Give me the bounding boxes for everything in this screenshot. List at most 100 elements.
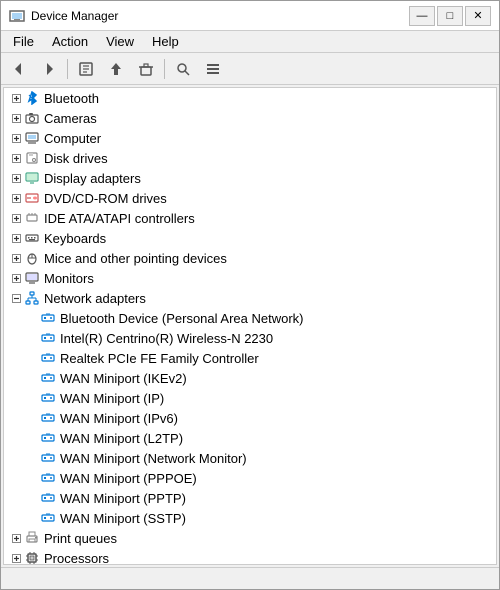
expander-display-adapters[interactable] bbox=[8, 170, 24, 186]
window-icon bbox=[9, 8, 25, 24]
tree-item-wan-pppoe[interactable]: WAN Miniport (PPPOE) bbox=[4, 468, 496, 488]
expander-wan-ipv6[interactable] bbox=[24, 410, 40, 426]
expander-mice[interactable] bbox=[8, 250, 24, 266]
status-bar bbox=[1, 567, 499, 589]
toolbar-separator-2 bbox=[164, 59, 165, 79]
expander-print-queues[interactable] bbox=[8, 530, 24, 546]
icon-print-queues bbox=[24, 530, 40, 546]
label-wan-pptp: WAN Miniport (PPTP) bbox=[60, 491, 186, 506]
tree-item-bluetooth[interactable]: Bluetooth bbox=[4, 88, 496, 108]
label-wan-ipv6: WAN Miniport (IPv6) bbox=[60, 411, 178, 426]
tree-item-display-adapters[interactable]: Display adapters bbox=[4, 168, 496, 188]
label-keyboards: Keyboards bbox=[44, 231, 106, 246]
device-manager-window: Device Manager — □ ✕ File Action View He… bbox=[0, 0, 500, 590]
icon-wan-ikev2 bbox=[40, 370, 56, 386]
label-cameras: Cameras bbox=[44, 111, 97, 126]
label-bt-pan: Bluetooth Device (Personal Area Network) bbox=[60, 311, 304, 326]
scan-button[interactable] bbox=[169, 56, 197, 82]
maximize-button[interactable]: □ bbox=[437, 6, 463, 26]
tree-item-wan-pptp[interactable]: WAN Miniport (PPTP) bbox=[4, 488, 496, 508]
label-wan-pppoe: WAN Miniport (PPPOE) bbox=[60, 471, 197, 486]
minimize-button[interactable]: — bbox=[409, 6, 435, 26]
expander-processors[interactable] bbox=[8, 550, 24, 565]
label-bluetooth: Bluetooth bbox=[44, 91, 99, 106]
icon-bt-pan bbox=[40, 310, 56, 326]
expander-wan-netmon[interactable] bbox=[24, 450, 40, 466]
icon-intel-centrino bbox=[40, 330, 56, 346]
update-driver-button[interactable] bbox=[102, 56, 130, 82]
expander-computer[interactable] bbox=[8, 130, 24, 146]
icon-processors bbox=[24, 550, 40, 565]
label-wan-l2tp: WAN Miniport (L2TP) bbox=[60, 431, 183, 446]
close-button[interactable]: ✕ bbox=[465, 6, 491, 26]
icon-display-adapters bbox=[24, 170, 40, 186]
display-by-type-button[interactable] bbox=[199, 56, 227, 82]
tree-item-bt-pan[interactable]: Bluetooth Device (Personal Area Network) bbox=[4, 308, 496, 328]
expander-wan-sstp[interactable] bbox=[24, 510, 40, 526]
expander-ide[interactable] bbox=[8, 210, 24, 226]
expander-wan-pptp[interactable] bbox=[24, 490, 40, 506]
menu-file[interactable]: File bbox=[5, 32, 42, 51]
tree-item-realtek[interactable]: Realtek PCIe FE Family Controller bbox=[4, 348, 496, 368]
label-wan-ikev2: WAN Miniport (IKEv2) bbox=[60, 371, 187, 386]
expander-monitors[interactable] bbox=[8, 270, 24, 286]
forward-button[interactable] bbox=[35, 56, 63, 82]
uninstall-button[interactable] bbox=[132, 56, 160, 82]
tree-item-dvd-cdrom[interactable]: DVD/CD-ROM drives bbox=[4, 188, 496, 208]
expander-cameras[interactable] bbox=[8, 110, 24, 126]
expander-keyboards[interactable] bbox=[8, 230, 24, 246]
label-computer: Computer bbox=[44, 131, 101, 146]
label-display-adapters: Display adapters bbox=[44, 171, 141, 186]
expander-network-adapters[interactable] bbox=[8, 290, 24, 306]
back-button[interactable] bbox=[5, 56, 33, 82]
tree-item-cameras[interactable]: Cameras bbox=[4, 108, 496, 128]
menu-action[interactable]: Action bbox=[44, 32, 96, 51]
menu-view[interactable]: View bbox=[98, 32, 142, 51]
menu-bar: File Action View Help bbox=[1, 31, 499, 53]
tree-item-disk-drives[interactable]: Disk drives bbox=[4, 148, 496, 168]
icon-mice bbox=[24, 250, 40, 266]
expander-bluetooth[interactable] bbox=[8, 90, 24, 106]
tree-item-keyboards[interactable]: Keyboards bbox=[4, 228, 496, 248]
expander-intel-centrino[interactable] bbox=[24, 330, 40, 346]
tree-item-monitors[interactable]: Monitors bbox=[4, 268, 496, 288]
tree-item-computer[interactable]: Computer bbox=[4, 128, 496, 148]
properties-button[interactable] bbox=[72, 56, 100, 82]
expander-bt-pan[interactable] bbox=[24, 310, 40, 326]
expander-wan-ikev2[interactable] bbox=[24, 370, 40, 386]
icon-wan-ipv6 bbox=[40, 410, 56, 426]
tree-item-processors[interactable]: Processors bbox=[4, 548, 496, 565]
tree-item-ide[interactable]: IDE ATA/ATAPI controllers bbox=[4, 208, 496, 228]
label-monitors: Monitors bbox=[44, 271, 94, 286]
menu-help[interactable]: Help bbox=[144, 32, 187, 51]
tree-item-print-queues[interactable]: Print queues bbox=[4, 528, 496, 548]
tree-item-wan-sstp[interactable]: WAN Miniport (SSTP) bbox=[4, 508, 496, 528]
tree-item-mice[interactable]: Mice and other pointing devices bbox=[4, 248, 496, 268]
tree-item-wan-ipv6[interactable]: WAN Miniport (IPv6) bbox=[4, 408, 496, 428]
tree-item-wan-ikev2[interactable]: WAN Miniport (IKEv2) bbox=[4, 368, 496, 388]
expander-realtek[interactable] bbox=[24, 350, 40, 366]
icon-wan-sstp bbox=[40, 510, 56, 526]
tree-item-network-adapters[interactable]: Network adapters bbox=[4, 288, 496, 308]
expander-disk-drives[interactable] bbox=[8, 150, 24, 166]
tree-item-wan-l2tp[interactable]: WAN Miniport (L2TP) bbox=[4, 428, 496, 448]
title-bar: Device Manager — □ ✕ bbox=[1, 1, 499, 31]
icon-network-adapters bbox=[24, 290, 40, 306]
icon-bluetooth bbox=[24, 90, 40, 106]
icon-wan-ip bbox=[40, 390, 56, 406]
expander-wan-l2tp[interactable] bbox=[24, 430, 40, 446]
expander-wan-pppoe[interactable] bbox=[24, 470, 40, 486]
device-tree[interactable]: Bluetooth Cameras Computer Disk drives Displ… bbox=[3, 87, 497, 565]
expander-wan-ip[interactable] bbox=[24, 390, 40, 406]
tree-item-intel-centrino[interactable]: Intel(R) Centrino(R) Wireless-N 2230 bbox=[4, 328, 496, 348]
tree-item-wan-netmon[interactable]: WAN Miniport (Network Monitor) bbox=[4, 448, 496, 468]
toolbar bbox=[1, 53, 499, 85]
label-processors: Processors bbox=[44, 551, 109, 566]
label-print-queues: Print queues bbox=[44, 531, 117, 546]
label-wan-ip: WAN Miniport (IP) bbox=[60, 391, 164, 406]
label-dvd-cdrom: DVD/CD-ROM drives bbox=[44, 191, 167, 206]
tree-item-wan-ip[interactable]: WAN Miniport (IP) bbox=[4, 388, 496, 408]
icon-wan-netmon bbox=[40, 450, 56, 466]
expander-dvd-cdrom[interactable] bbox=[8, 190, 24, 206]
icon-dvd-cdrom bbox=[24, 190, 40, 206]
